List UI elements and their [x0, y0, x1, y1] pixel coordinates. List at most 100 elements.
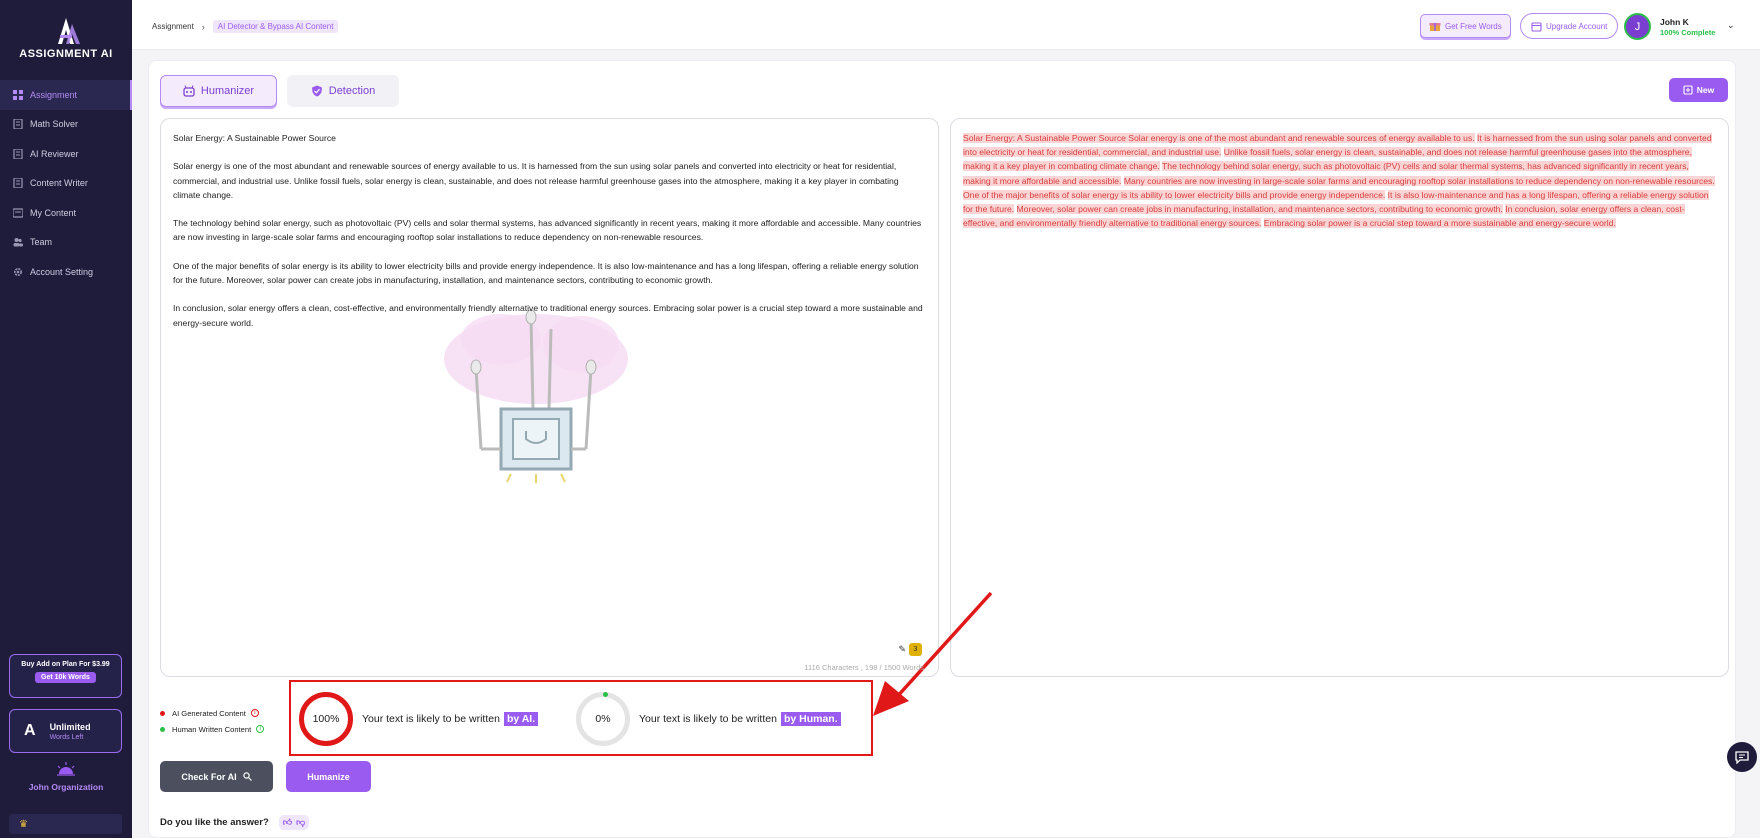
- robot-icon: [183, 85, 195, 97]
- thumbs-down-icon[interactable]: 👎︎: [296, 817, 305, 828]
- human-score-label: Your text is likely to be written: [639, 713, 777, 725]
- sidebar-item-account-setting[interactable]: Account Setting: [0, 257, 132, 287]
- tab-detection[interactable]: Detection: [287, 75, 399, 107]
- premium-bar[interactable]: ♛: [9, 814, 122, 834]
- chevron-right-icon: ›: [201, 21, 205, 32]
- plan-title: Unlimited: [49, 721, 91, 732]
- detection-legend: AI Generated Content i Human Written Con…: [160, 705, 265, 737]
- upgrade-account-label: Upgrade Account: [1546, 21, 1608, 31]
- feedback-buttons: 👍︎ 👎︎: [278, 815, 310, 830]
- get-free-words-button[interactable]: Get Free Words: [1420, 14, 1511, 38]
- ai-score-ring: 100%: [299, 692, 353, 746]
- logo-icon: [58, 18, 80, 44]
- crown-icon: ♛: [19, 818, 28, 830]
- sidebar-item-my-content[interactable]: My Content: [0, 198, 132, 228]
- input-editor[interactable]: Solar Energy: A Sustainable Power Source…: [160, 118, 939, 677]
- avatar[interactable]: J: [1624, 13, 1651, 40]
- ai-highlight-segment: Moreover, solar power can create jobs in…: [1016, 204, 1503, 215]
- editor-paragraph: One of the major benefits of solar energ…: [173, 260, 919, 285]
- new-button[interactable]: New: [1669, 78, 1728, 102]
- calendar-icon: [1531, 21, 1542, 32]
- editor-paragraph: The technology behind solar energy, such…: [173, 218, 922, 243]
- addon-title: Buy Add on Plan For $3.99: [21, 661, 110, 668]
- editor-tools: ✎ 3: [898, 643, 922, 656]
- sidebar-item-label: My Content: [30, 207, 77, 218]
- human-score-ring: 0%: [576, 692, 630, 746]
- legend-ai: AI Generated Content i: [160, 705, 264, 721]
- editor-paragraph: In conclusion, solar energy offers a cle…: [173, 303, 923, 328]
- thumbs-up-icon[interactable]: 👍︎: [283, 817, 292, 828]
- grammar-check-icon[interactable]: ✎: [898, 644, 906, 655]
- breadcrumb: Assignment › AI Detector & Bypass AI Con…: [152, 20, 339, 33]
- sidebar-item-label: AI Reviewer: [30, 148, 79, 159]
- red-dot-icon: [160, 710, 165, 716]
- editor-paragraph: Solar Energy: A Sustainable Power Source: [173, 133, 336, 143]
- legend-ai-label: AI Generated Content: [172, 708, 246, 718]
- legend-human-label: Human Written Content: [172, 724, 252, 734]
- breadcrumb-item-current: AI Detector & Bypass AI Content: [212, 20, 339, 33]
- new-button-label: New: [1696, 85, 1715, 95]
- plan-subtitle: Words Left: [49, 733, 84, 741]
- main-panel: Humanizer Detection New Solar Energy: A …: [148, 60, 1736, 838]
- humanize-button[interactable]: Humanize: [286, 761, 371, 792]
- addon-plan-card[interactable]: Buy Add on Plan For $3.99 Get 10k Words: [9, 654, 122, 698]
- ai-highlight-segment: Solar Energy: A Sustainable Power Source…: [963, 133, 1475, 143]
- sidebar-item-label: Content Writer: [30, 178, 88, 189]
- editor-paragraph: Solar energy is one of the most abundant…: [173, 161, 899, 200]
- sidebar-item-content-writer[interactable]: Content Writer: [0, 169, 132, 199]
- user-info[interactable]: John K 100% Complete: [1660, 17, 1715, 37]
- plan-logo-icon: A: [24, 722, 36, 739]
- suggestion-count-badge[interactable]: 3: [909, 643, 922, 656]
- grid-icon: [12, 89, 23, 100]
- sidebar-item-label: Math Solver: [30, 119, 79, 130]
- tab-humanizer[interactable]: Humanizer: [160, 75, 277, 107]
- ai-highlight-segment: Many countries are now investing in larg…: [1123, 175, 1715, 186]
- tab-detection-label: Detection: [328, 85, 376, 97]
- breadcrumb-item-assignment[interactable]: Assignment: [152, 22, 194, 31]
- info-icon[interactable]: i: [250, 709, 259, 717]
- sunrise-icon: [57, 762, 75, 776]
- chevron-down-icon[interactable]: ⌄: [1727, 20, 1735, 31]
- score-summary-box: 100% Your text is likely to be written b…: [289, 680, 873, 756]
- folder-icon: [12, 207, 23, 218]
- document-icon: [12, 178, 23, 189]
- feedback-question: Do you like the answer?: [160, 817, 269, 828]
- legend-human: Human Written Content i: [160, 721, 265, 737]
- sidebar-item-team[interactable]: Team: [0, 228, 132, 258]
- ai-score-text: Your text is likely to be written by AI.: [362, 712, 539, 726]
- organization[interactable]: John Organization: [0, 762, 132, 792]
- sidebar-item-label: Assignment: [30, 89, 78, 100]
- get-words-button[interactable]: Get 10k Words: [35, 672, 96, 683]
- logo-text: ASSIGNMENT AI: [19, 48, 113, 60]
- profile-progress: 100% Complete: [1660, 28, 1716, 37]
- info-icon[interactable]: i: [256, 725, 265, 733]
- gift-icon: [1429, 23, 1441, 31]
- feedback-row: Do you like the answer? 👍︎ 👎︎: [160, 815, 310, 830]
- sidebar-item-label: Team: [30, 237, 53, 248]
- upgrade-account-button[interactable]: Upgrade Account: [1520, 13, 1619, 39]
- team-icon: [12, 237, 23, 248]
- shield-icon: [311, 85, 322, 97]
- ai-highlight-segment: One of the major benefits of solar energ…: [963, 189, 1386, 200]
- chat-button[interactable]: [1727, 742, 1757, 772]
- sidebar-item-math-solver[interactable]: Math Solver: [0, 110, 132, 140]
- annotation-arrow-icon: [873, 591, 993, 716]
- sidebar-item-ai-reviewer[interactable]: AI Reviewer: [0, 139, 132, 169]
- document-icon: [12, 148, 23, 159]
- document-icon: [12, 119, 23, 130]
- user-name: John K: [1660, 17, 1689, 27]
- tab-humanizer-label: Humanizer: [200, 85, 255, 97]
- gear-icon: [12, 266, 23, 277]
- app-logo[interactable]: ASSIGNMENT AI: [18, 14, 114, 60]
- plan-card[interactable]: A Unlimited Words Left: [9, 709, 122, 753]
- ai-score-label: Your text is likely to be written: [362, 713, 500, 725]
- editor-text[interactable]: Solar Energy: A Sustainable Power Source…: [173, 131, 928, 344]
- detection-result-panel: Solar Energy: A Sustainable Power Source…: [950, 118, 1729, 677]
- human-score-text: Your text is likely to be written by Hum…: [639, 712, 841, 726]
- check-for-ai-button[interactable]: Check For AI: [160, 761, 273, 792]
- human-score-tag: by Human.: [780, 712, 841, 726]
- sidebar-item-assignment[interactable]: Assignment: [0, 80, 132, 110]
- sidebar: ASSIGNMENT AI Assignment Math Solver AI …: [0, 0, 132, 838]
- ai-score-tag: by AI.: [503, 712, 539, 726]
- check-for-ai-label: Check For AI: [181, 771, 237, 782]
